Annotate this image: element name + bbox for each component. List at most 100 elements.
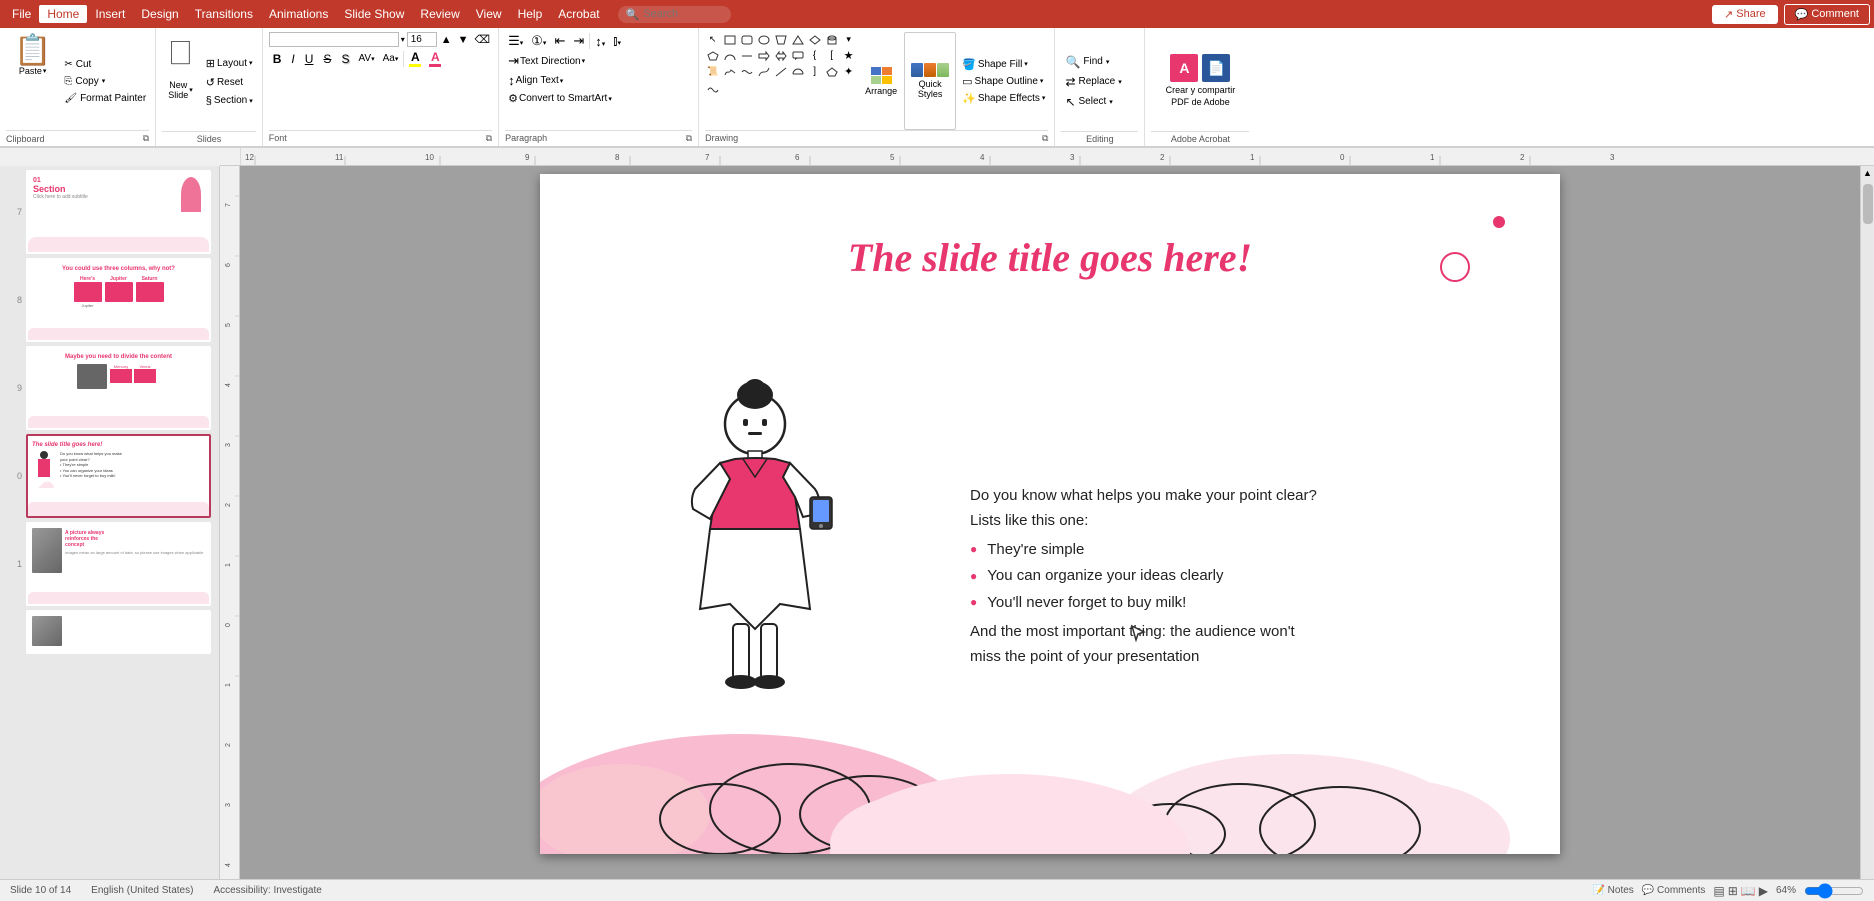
shape-brace[interactable]: { bbox=[807, 48, 822, 63]
shape-curve[interactable] bbox=[756, 64, 771, 79]
format-painter-button[interactable]: 🖌 Format Painter bbox=[61, 91, 149, 106]
slide-thumb-1[interactable]: A picture alwaysreinforces theconcept Im… bbox=[26, 522, 211, 606]
shape-cylinder[interactable] bbox=[824, 32, 839, 47]
clipboard-expand-icon[interactable]: ⧉ bbox=[143, 133, 149, 144]
menu-item-help[interactable]: Help bbox=[510, 5, 551, 23]
drawing-expand-icon[interactable]: ⧉ bbox=[1042, 133, 1048, 144]
shape-outline-button[interactable]: ▭ Shape Outline ▾ bbox=[959, 74, 1048, 89]
replace-button[interactable]: ⇄ Replace ▾ bbox=[1061, 73, 1138, 91]
shape-pentagon[interactable] bbox=[705, 48, 720, 63]
clear-format-button[interactable]: ⌫ bbox=[473, 33, 493, 46]
change-case-button[interactable]: Aa▾ bbox=[380, 52, 402, 65]
shape-triangle[interactable] bbox=[790, 32, 805, 47]
shape-pentagon2[interactable] bbox=[824, 64, 839, 79]
shape-star6[interactable]: ✦ bbox=[841, 64, 856, 79]
shape-callout[interactable] bbox=[790, 48, 805, 63]
slide-thumb-9[interactable]: Maybe you need to divide the content Mer… bbox=[26, 346, 211, 430]
decrease-font-button[interactable]: ▼ bbox=[456, 34, 471, 46]
arrange-button[interactable]: Arrange bbox=[861, 32, 901, 130]
normal-view-button[interactable]: ▤ bbox=[1713, 884, 1724, 898]
shape-arrow-right[interactable] bbox=[756, 48, 771, 63]
align-text-button[interactable]: ↕ Align Text ▾ bbox=[505, 72, 566, 89]
slide-canvas[interactable]: The slide title goes here! Do you know w… bbox=[540, 174, 1560, 854]
font-size-input[interactable] bbox=[407, 32, 437, 47]
paste-button[interactable]: 📋 Paste▾ bbox=[6, 32, 59, 130]
slide-thumb-7[interactable]: 01 Section Click here to add subtitle bbox=[26, 170, 211, 254]
font-expand-icon[interactable]: ⧉ bbox=[486, 133, 492, 144]
paragraph-expand-icon[interactable]: ⧉ bbox=[686, 133, 692, 144]
menu-item-acrobat[interactable]: Acrobat bbox=[550, 5, 607, 23]
shape-line[interactable] bbox=[739, 48, 754, 63]
select-button[interactable]: ↖ Select ▾ bbox=[1061, 93, 1138, 111]
reading-view-button[interactable]: 📖 bbox=[1741, 884, 1756, 898]
decrease-indent-button[interactable]: ⇤ bbox=[551, 32, 568, 50]
menu-item-review[interactable]: Review bbox=[412, 5, 467, 23]
menu-item-home[interactable]: Home bbox=[39, 5, 87, 23]
menu-item-insert[interactable]: Insert bbox=[87, 5, 133, 23]
zoom-slider[interactable] bbox=[1804, 885, 1864, 897]
slide-thumb-8[interactable]: You could use three columns, why not? He… bbox=[26, 258, 211, 342]
font-color-button[interactable]: A bbox=[426, 49, 444, 68]
shape-cursor[interactable]: ↖ bbox=[705, 32, 720, 47]
notes-button[interactable]: 📝 Notes bbox=[1592, 885, 1633, 896]
search-box[interactable]: 🔍 bbox=[618, 6, 732, 23]
slide-thumb-partial[interactable] bbox=[26, 610, 211, 654]
underline-button[interactable]: U bbox=[301, 51, 318, 67]
columns-button[interactable]: ⫾▾ bbox=[610, 32, 624, 50]
quick-styles-button[interactable]: Quick Styles bbox=[904, 32, 956, 130]
shape-half-circle[interactable] bbox=[790, 64, 805, 79]
slide-thumb-active[interactable]: The slide title goes here! ☁ Do you know… bbox=[26, 434, 211, 518]
slide-sorter-button[interactable]: ⊞ bbox=[1728, 884, 1738, 898]
font-name-input[interactable] bbox=[269, 32, 399, 47]
numbering-button[interactable]: ①▾ bbox=[528, 32, 549, 50]
menu-item-file[interactable]: File bbox=[4, 5, 39, 23]
shape-wave[interactable] bbox=[705, 80, 720, 95]
share-button[interactable]: ↗ Share bbox=[1712, 5, 1778, 24]
new-slide-button[interactable]: 🗌 New Slide ▾ bbox=[162, 32, 199, 131]
scroll-thumb[interactable] bbox=[1863, 184, 1873, 224]
menu-item-animations[interactable]: Animations bbox=[261, 5, 336, 23]
menu-item-view[interactable]: View bbox=[468, 5, 510, 23]
shape-fill-button[interactable]: 🪣 Shape Fill ▾ bbox=[959, 57, 1048, 72]
shadow-button[interactable]: S bbox=[337, 51, 353, 67]
reset-button[interactable]: ↺ Reset bbox=[203, 74, 256, 91]
shape-double-arrow[interactable] bbox=[773, 48, 788, 63]
shape-diamond[interactable] bbox=[807, 32, 822, 47]
shape-rounded-rect[interactable] bbox=[739, 32, 754, 47]
strikethrough-button[interactable]: S bbox=[319, 51, 335, 67]
vertical-scrollbar[interactable]: ▲ bbox=[1860, 166, 1874, 879]
shape-bracket2[interactable]: ] bbox=[807, 64, 822, 79]
menu-item-transitions[interactable]: Transitions bbox=[187, 5, 261, 23]
copy-button[interactable]: ⎘ Copy ▾ bbox=[61, 74, 149, 89]
highlight-color-button[interactable]: A bbox=[406, 49, 424, 68]
find-button[interactable]: 🔍 Find ▾ bbox=[1061, 53, 1138, 71]
cut-button[interactable]: ✂ Cut bbox=[61, 57, 149, 72]
font-name-dropdown-icon[interactable]: ▾ bbox=[401, 35, 405, 44]
bold-button[interactable]: B bbox=[269, 51, 286, 67]
slide-title[interactable]: The slide title goes here! bbox=[620, 234, 1480, 281]
layout-button[interactable]: ⊞ Layout ▾ bbox=[203, 55, 256, 72]
convert-smartart-button[interactable]: ⚙ Convert to SmartArt ▾ bbox=[505, 91, 615, 106]
adobe-create-button[interactable]: A 📄 Crear y compartir PDF de Adobe bbox=[1162, 52, 1240, 110]
shape-rect[interactable] bbox=[722, 32, 737, 47]
scroll-up-button[interactable]: ▲ bbox=[1861, 166, 1874, 180]
italic-button[interactable]: I bbox=[287, 51, 298, 67]
shape-connector[interactable] bbox=[773, 64, 788, 79]
menu-item-design[interactable]: Design bbox=[133, 5, 186, 23]
shape-arc[interactable] bbox=[722, 48, 737, 63]
search-input[interactable] bbox=[643, 8, 723, 20]
shape-squiggly[interactable] bbox=[739, 64, 754, 79]
menu-item-slideshow[interactable]: Slide Show bbox=[336, 5, 412, 23]
text-direction-button[interactable]: ⇥ Text Direction ▾ bbox=[505, 52, 588, 70]
line-spacing-button[interactable]: ↕▾ bbox=[592, 33, 608, 50]
shape-parallelogram[interactable] bbox=[773, 32, 788, 47]
shape-star5[interactable]: ★ bbox=[841, 48, 856, 63]
shape-scroll[interactable]: 📜 bbox=[705, 64, 720, 79]
increase-font-button[interactable]: ▲ bbox=[439, 34, 454, 46]
comments-button[interactable]: 💬 Comments bbox=[1642, 885, 1706, 896]
shape-circle[interactable] bbox=[756, 32, 771, 47]
slideshow-button[interactable]: ▶ bbox=[1759, 884, 1768, 898]
shape-more[interactable]: ▾ bbox=[841, 32, 856, 47]
shape-freeform[interactable] bbox=[722, 64, 737, 79]
shape-effects-button[interactable]: ✨ Shape Effects ▾ bbox=[959, 91, 1048, 106]
